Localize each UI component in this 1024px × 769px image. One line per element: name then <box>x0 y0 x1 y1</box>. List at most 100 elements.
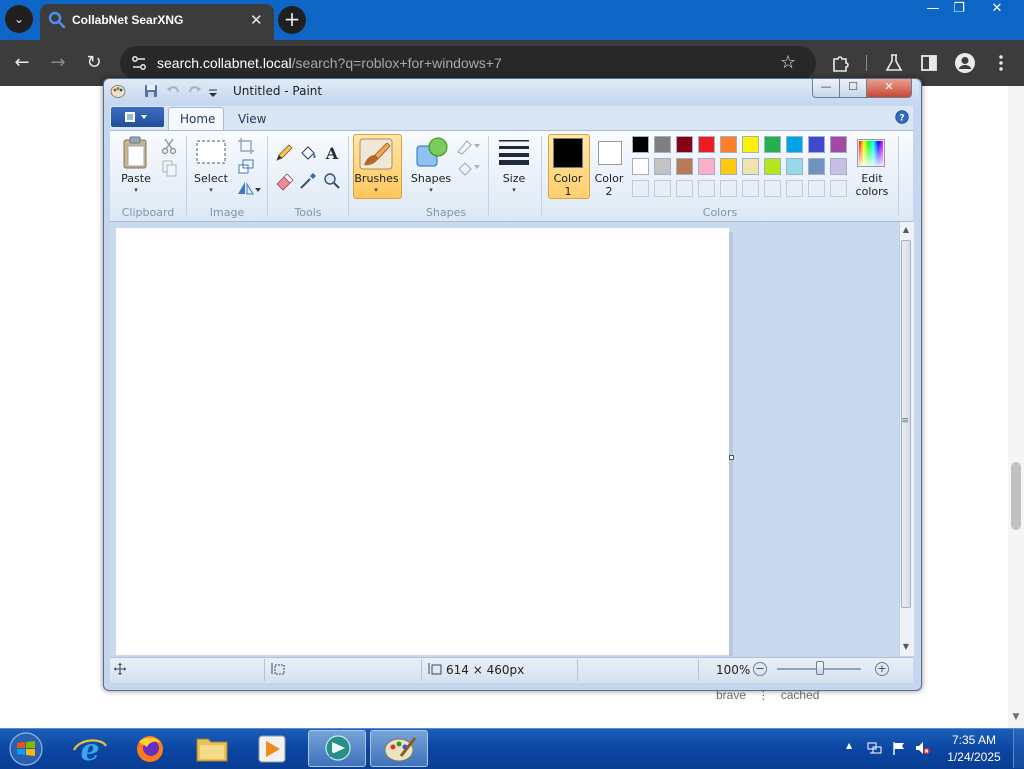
browser-restore-button[interactable]: ❐ <box>942 0 976 18</box>
palette-swatch[interactable] <box>764 158 781 175</box>
palette-custom-slot[interactable] <box>742 180 759 197</box>
shapes-dropdown-icon[interactable]: ▾ <box>425 186 437 194</box>
paint-close-button[interactable]: ✕ <box>866 79 912 98</box>
page-scroll-down[interactable]: ▼ <box>1010 712 1022 724</box>
eraser-icon[interactable] <box>274 171 294 191</box>
fill-icon[interactable] <box>455 157 481 177</box>
copy-icon[interactable] <box>159 158 179 178</box>
clock-time[interactable]: 7:35 AM <box>944 733 1004 747</box>
labs-flask-icon[interactable] <box>883 52 905 74</box>
select-dropdown-icon[interactable]: ▾ <box>205 186 217 194</box>
canvas-scroll-down[interactable]: ▼ <box>901 642 911 652</box>
palette-custom-slot[interactable] <box>764 180 781 197</box>
firefox-icon[interactable] <box>122 730 178 767</box>
undo-icon[interactable] <box>165 83 181 99</box>
volume-muted-icon[interactable] <box>914 740 930 756</box>
palette-swatch[interactable] <box>786 136 803 153</box>
palette-swatch[interactable] <box>632 136 649 153</box>
zoom-slider-thumb[interactable] <box>816 661 824 675</box>
brushes-dropdown-icon[interactable]: ▾ <box>370 186 382 194</box>
edit-colors-button[interactable]: Edit colors <box>850 172 894 198</box>
canvas-scroll-up[interactable]: ▲ <box>901 225 911 235</box>
palette-swatch[interactable] <box>830 158 847 175</box>
shapes-icon[interactable] <box>413 136 449 170</box>
crop-icon[interactable] <box>236 136 256 156</box>
browser-menu-icon[interactable] <box>990 52 1012 74</box>
palette-swatch[interactable] <box>720 158 737 175</box>
paint-minimize-button[interactable]: — <box>812 79 840 98</box>
page-scrollbar[interactable] <box>1008 86 1024 728</box>
clock-date[interactable]: 1/24/2025 <box>944 750 1004 764</box>
profile-avatar-icon[interactable] <box>954 52 976 74</box>
cut-icon[interactable] <box>159 136 179 156</box>
palette-swatch[interactable] <box>742 136 759 153</box>
paste-dropdown-icon[interactable]: ▾ <box>130 186 142 194</box>
url-text[interactable]: search.collabnet.local/search?q=roblox+f… <box>157 55 502 71</box>
extensions-icon[interactable] <box>830 52 852 74</box>
palette-custom-slot[interactable] <box>676 180 693 197</box>
palette-custom-slot[interactable] <box>654 180 671 197</box>
size-dropdown-icon[interactable]: ▾ <box>508 186 520 194</box>
site-info-icon[interactable] <box>130 54 148 72</box>
edit-colors-icon[interactable] <box>857 139 885 167</box>
palette-swatch[interactable] <box>786 158 803 175</box>
tab-list-button[interactable]: ⌄ <box>5 5 33 33</box>
tab-view[interactable]: View <box>238 112 266 126</box>
fill-bucket-icon[interactable] <box>298 143 318 163</box>
paint-maximize-button[interactable]: ☐ <box>839 79 867 98</box>
show-desktop-button[interactable] <box>1013 729 1024 768</box>
palette-swatch[interactable] <box>830 136 847 153</box>
redo-icon[interactable] <box>187 83 203 99</box>
palette-swatch[interactable] <box>808 158 825 175</box>
text-tool-icon[interactable]: A <box>322 143 342 163</box>
palette-custom-slot[interactable] <box>698 180 715 197</box>
palette-custom-slot[interactable] <box>720 180 737 197</box>
customize-qat-icon[interactable] <box>207 83 219 99</box>
palette-swatch[interactable] <box>808 136 825 153</box>
palette-swatch[interactable] <box>654 158 671 175</box>
palette-swatch[interactable] <box>676 136 693 153</box>
zoom-out-button[interactable]: − <box>753 662 767 676</box>
zoom-in-button[interactable]: + <box>875 662 889 676</box>
select-icon[interactable] <box>195 139 227 167</box>
resize-icon[interactable] <box>236 157 256 177</box>
paint-menu-button[interactable] <box>111 107 164 127</box>
paste-button[interactable]: Paste <box>118 172 154 185</box>
new-tab-button[interactable]: + <box>278 6 306 34</box>
paint-titlebar[interactable] <box>104 79 919 104</box>
palette-swatch[interactable] <box>698 158 715 175</box>
forward-button[interactable]: → <box>46 52 70 74</box>
palette-custom-slot[interactable] <box>830 180 847 197</box>
help-icon[interactable]: ? <box>895 110 909 124</box>
page-scrollbar-thumb[interactable] <box>1011 462 1021 530</box>
palette-swatch[interactable] <box>720 136 737 153</box>
palette-custom-slot[interactable] <box>632 180 649 197</box>
start-button-icon[interactable] <box>4 730 48 768</box>
action-center-flag-icon[interactable] <box>891 740 907 756</box>
pencil-icon[interactable] <box>274 143 294 163</box>
tab-close-icon[interactable]: ✕ <box>250 10 264 30</box>
size-icon[interactable] <box>497 137 531 167</box>
palette-swatch[interactable] <box>698 136 715 153</box>
palette-swatch[interactable] <box>654 136 671 153</box>
color2-button[interactable]: Color 2 <box>590 172 628 198</box>
tray-expand-icon[interactable]: ▲ <box>846 741 856 753</box>
palette-swatch[interactable] <box>742 158 759 175</box>
palette-custom-slot[interactable] <box>808 180 825 197</box>
internet-explorer-icon[interactable]: e <box>62 730 118 767</box>
palette-swatch[interactable] <box>764 136 781 153</box>
bookmark-star-icon[interactable]: ☆ <box>780 52 800 74</box>
file-explorer-icon[interactable] <box>184 730 240 767</box>
network-icon[interactable] <box>866 740 882 756</box>
outline-icon[interactable] <box>455 136 481 156</box>
color-picker-icon[interactable] <box>298 171 318 191</box>
shapes-button[interactable]: Shapes <box>408 172 454 185</box>
canvas-resize-handle[interactable] <box>729 455 734 460</box>
palette-custom-slot[interactable] <box>786 180 803 197</box>
save-icon[interactable] <box>143 83 159 99</box>
media-player-icon[interactable] <box>244 730 300 767</box>
color2-swatch[interactable] <box>598 141 622 165</box>
palette-swatch[interactable] <box>632 158 649 175</box>
size-button[interactable]: Size <box>496 172 532 185</box>
magnifier-icon[interactable] <box>322 171 342 191</box>
